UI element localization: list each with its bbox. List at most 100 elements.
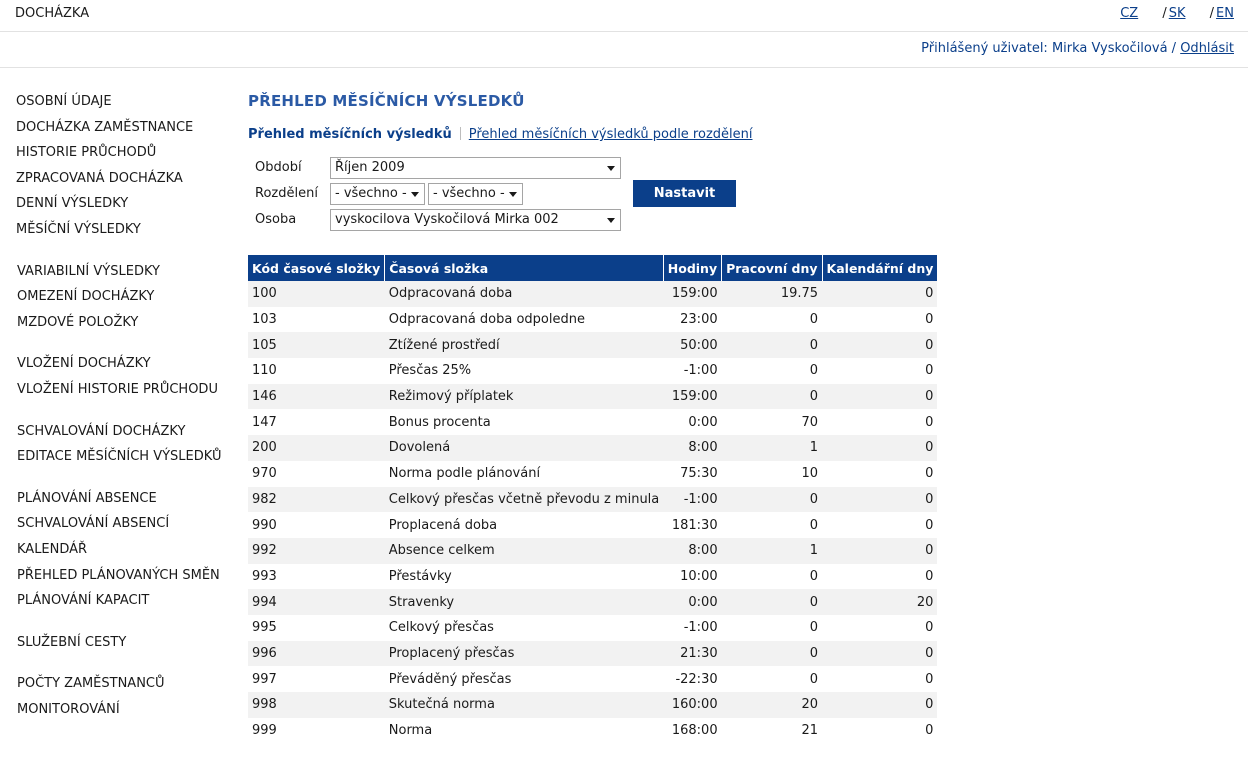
- sidebar-group: Služební cesty: [16, 633, 241, 659]
- cell-code: 105: [248, 332, 385, 359]
- cell-code: 147: [248, 409, 385, 436]
- sidebar-item[interactable]: Vložení docházky: [16, 354, 241, 380]
- cell-working-days: 10: [721, 460, 823, 487]
- cell-component: Proplacený přesčas: [384, 640, 664, 667]
- lang-separator: /: [1162, 6, 1167, 21]
- sidebar-group: Variabilní výsledky Omezení docházky Mzdov…: [16, 262, 241, 339]
- cell-code: 994: [248, 589, 385, 615]
- set-button[interactable]: Nastavit: [633, 180, 736, 207]
- cell-code: 992: [248, 537, 385, 564]
- sidebar-item[interactable]: Služební cesty: [16, 633, 241, 659]
- table-row: 147 Bonus procenta 0:00 70 0: [248, 409, 938, 436]
- sidebar-item[interactable]: Kalendář: [16, 540, 241, 566]
- cell-hours: 10:00: [663, 563, 722, 590]
- cell-code: 982: [248, 486, 385, 513]
- cell-working-days: 0: [721, 614, 823, 641]
- sidebar-group: Osobní údaje Docházka zaměstnance Historie…: [16, 92, 241, 246]
- main-content: PŘEHLED MĚSÍČNÍCH VÝSLEDKŮ Přehled měsíč…: [248, 92, 938, 744]
- division-select-1[interactable]: - všechno -: [330, 183, 425, 205]
- table-row: 999 Norma 168:00 21 0: [248, 717, 938, 744]
- sidebar-item[interactable]: Osobní údaje: [16, 92, 241, 118]
- cell-calendar-days: 0: [822, 281, 938, 307]
- tab-monthly-results[interactable]: Přehled měsíčních výsledků: [248, 127, 452, 142]
- cell-code: 998: [248, 692, 385, 718]
- cell-calendar-days: 20: [822, 589, 938, 615]
- period-select[interactable]: Říjen 2009: [330, 157, 621, 179]
- cell-code: 996: [248, 640, 385, 667]
- cell-working-days: 0: [721, 332, 823, 359]
- table-row: 992 Absence celkem 8:00 1 0: [248, 537, 938, 564]
- table-row: 100 Odpracovaná doba 159:00 19.75 0: [248, 281, 938, 307]
- chevron-down-icon: [607, 166, 615, 171]
- sidebar-item[interactable]: Zpracovaná docházka: [16, 169, 241, 195]
- table-row: 993 Přestávky 10:00 0 0: [248, 563, 938, 590]
- table-row: 105 Ztížené prostředí 50:00 0 0: [248, 332, 938, 359]
- cell-working-days: 0: [721, 358, 823, 384]
- sidebar-item[interactable]: Editace měsíčních výsledků: [16, 447, 241, 473]
- sidebar-item[interactable]: Měsíční výsledky: [16, 220, 241, 246]
- table-row: 146 Režimový příplatek 159:00 0 0: [248, 383, 938, 410]
- table-row: 110 Přesčas 25% -1:00 0 0: [248, 358, 938, 384]
- cell-working-days: 1: [721, 537, 823, 564]
- sidebar-group: Počty zaměstnanců Monitorování: [16, 674, 241, 725]
- sidebar-item[interactable]: Mzdové položky: [16, 313, 241, 339]
- division-select-2[interactable]: - všechno -: [428, 183, 523, 205]
- sidebar-item[interactable]: Monitorování: [16, 700, 241, 726]
- sidebar-item[interactable]: Vložení historie průchodu: [16, 380, 241, 406]
- tab-monthly-results-by-division[interactable]: Přehled měsíčních výsledků podle rozděle…: [469, 127, 753, 142]
- sidebar-item[interactable]: Variabilní výsledky: [16, 262, 241, 288]
- sidebar-item[interactable]: Docházka zaměstnance: [16, 118, 241, 144]
- sidebar-item[interactable]: Přehled plánovaných směn: [16, 566, 241, 592]
- sidebar-item[interactable]: Schvalování absencí: [16, 514, 241, 540]
- cell-component: Skutečná norma: [384, 692, 664, 718]
- logout-link[interactable]: Odhlásit: [1180, 41, 1234, 56]
- table-row: 103 Odpracovaná doba odpoledne 23:00 0 0: [248, 306, 938, 333]
- cell-calendar-days: 0: [822, 460, 938, 487]
- cell-calendar-days: 0: [822, 358, 938, 384]
- cell-calendar-days: 0: [822, 435, 938, 461]
- cell-working-days: 0: [721, 666, 823, 692]
- cell-component: Přesčas 25%: [384, 358, 664, 384]
- cell-hours: 168:00: [663, 717, 722, 744]
- cell-calendar-days: 0: [822, 692, 938, 718]
- header-code[interactable]: Kód časové složky: [248, 255, 386, 281]
- cell-working-days: 0: [721, 589, 823, 615]
- table-row: 996 Proplacený přesčas 21:30 0 0: [248, 640, 938, 667]
- cell-working-days: 0: [721, 486, 823, 513]
- cell-code: 993: [248, 563, 385, 590]
- cell-hours: 0:00: [663, 409, 722, 436]
- sidebar-item[interactable]: Denní výsledky: [16, 194, 241, 220]
- cell-hours: 21:30: [663, 640, 722, 667]
- header-calendar-days[interactable]: Kalendářní dny: [822, 255, 938, 281]
- user-bar: Přihlášený uživatel: Mirka Vyskočilová /…: [0, 33, 1248, 68]
- sidebar-item[interactable]: Plánování absence: [16, 489, 241, 515]
- lang-en-link[interactable]: EN: [1216, 6, 1234, 21]
- lang-sk-link[interactable]: SK: [1169, 6, 1186, 21]
- top-bar: DOCHÁZKA CZ / SK / EN: [0, 0, 1248, 32]
- cell-working-days: 0: [721, 640, 823, 667]
- sidebar-item[interactable]: Schvalování docházky: [16, 422, 241, 448]
- person-select[interactable]: vyskocilova Vyskočilová Mirka 002: [330, 209, 621, 231]
- sub-navigation: Přehled měsíčních výsledků Přehled měsíčn…: [248, 127, 937, 145]
- cell-component: Celkový přesčas: [384, 614, 664, 641]
- lang-cz-link[interactable]: CZ: [1120, 6, 1138, 21]
- table-header-row: Kód časové složky Časová složka Hodiny P…: [248, 255, 938, 281]
- cell-working-days: 21: [721, 717, 823, 744]
- sidebar-item[interactable]: Historie průchodů: [16, 143, 241, 169]
- cell-component: Norma podle plánování: [384, 460, 664, 487]
- sidebar-item[interactable]: Počty zaměstnanců: [16, 674, 241, 700]
- header-hours[interactable]: Hodiny: [663, 255, 723, 281]
- period-label: Období: [255, 160, 302, 175]
- cell-hours: 0:00: [663, 589, 722, 615]
- cell-calendar-days: 0: [822, 614, 938, 641]
- header-component[interactable]: Časová složka: [384, 255, 664, 281]
- sidebar-item[interactable]: Omezení docházky: [16, 287, 241, 313]
- sidebar-item[interactable]: Plánování kapacit: [16, 591, 241, 617]
- cell-component: Režimový příplatek: [384, 383, 664, 410]
- header-working-days[interactable]: Pracovní dny: [721, 255, 823, 281]
- cell-code: 999: [248, 717, 385, 744]
- cell-hours: -1:00: [663, 614, 722, 641]
- chevron-down-icon: [411, 192, 419, 197]
- cell-component: Bonus procenta: [384, 409, 664, 436]
- cell-code: 100: [248, 281, 385, 307]
